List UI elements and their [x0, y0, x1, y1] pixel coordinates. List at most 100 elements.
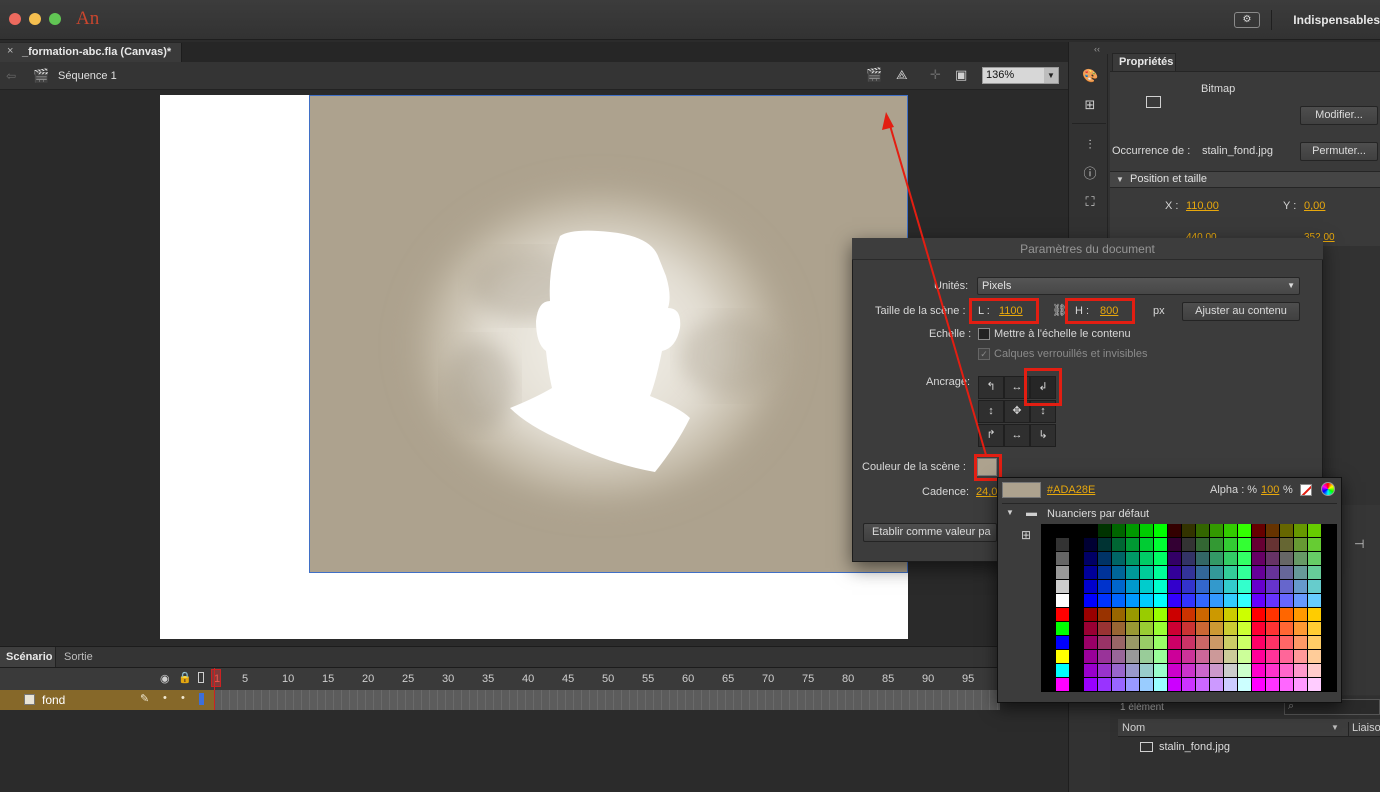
swatch-cell[interactable]	[1168, 622, 1182, 636]
swatch-cell[interactable]	[1280, 524, 1294, 538]
swatch-cell[interactable]	[1280, 608, 1294, 622]
swatch-cell[interactable]	[1056, 552, 1070, 566]
swatch-cell[interactable]	[1224, 636, 1238, 650]
swatch-cell[interactable]	[1280, 636, 1294, 650]
swatch-cell[interactable]	[1280, 538, 1294, 552]
swatch-cell[interactable]	[1280, 580, 1294, 594]
swatch-cell[interactable]	[1266, 580, 1280, 594]
swatch-cell[interactable]	[1042, 594, 1056, 608]
minimize-window-button[interactable]	[29, 13, 41, 25]
swatch-cell[interactable]	[1210, 664, 1224, 678]
color-wheel-icon[interactable]	[1321, 482, 1335, 496]
swatch-cell[interactable]	[1196, 664, 1210, 678]
swatch-cell[interactable]	[1210, 636, 1224, 650]
swatch-cell[interactable]	[1126, 622, 1140, 636]
swatch-cell[interactable]	[1112, 538, 1126, 552]
swatch-cell[interactable]	[1238, 678, 1252, 692]
swatch-cell[interactable]	[1210, 650, 1224, 664]
edit-symbols-icon[interactable]: ⟁	[896, 67, 908, 83]
swatch-cell[interactable]	[1294, 622, 1308, 636]
swatch-cell[interactable]	[1084, 594, 1098, 608]
position-size-section[interactable]: ▼ Position et taille	[1110, 171, 1380, 188]
modify-button[interactable]: Modifier...	[1300, 106, 1378, 125]
swatch-cell[interactable]	[1126, 566, 1140, 580]
swatch-cell[interactable]	[1154, 664, 1168, 678]
height-value[interactable]: 800	[1100, 305, 1118, 317]
swatch-cell[interactable]	[1252, 650, 1266, 664]
swatch-cell[interactable]	[1140, 650, 1154, 664]
alpha-value[interactable]: 100	[1261, 484, 1279, 496]
swatch-cell[interactable]	[1042, 552, 1056, 566]
swatch-cell[interactable]	[1224, 538, 1238, 552]
swatch-cell[interactable]	[1056, 636, 1070, 650]
swatch-cell[interactable]	[1224, 664, 1238, 678]
swatch-cell[interactable]	[1168, 664, 1182, 678]
swatch-cell[interactable]	[1238, 650, 1252, 664]
swatch-cell[interactable]	[1308, 552, 1322, 566]
outline-icon[interactable]	[198, 672, 204, 683]
swatch-cell[interactable]	[1196, 566, 1210, 580]
swatch-cell[interactable]	[1308, 650, 1322, 664]
framerate-value[interactable]: 24,0	[976, 486, 997, 498]
swatch-cell[interactable]	[1238, 594, 1252, 608]
stage-bitmap[interactable]	[309, 95, 908, 573]
swatch-cell[interactable]	[1098, 552, 1112, 566]
swatch-cell[interactable]	[1126, 524, 1140, 538]
swatch-cell[interactable]	[1294, 566, 1308, 580]
swatch-cell[interactable]	[1126, 664, 1140, 678]
no-color-icon[interactable]	[1300, 484, 1312, 496]
clip-content-icon[interactable]: ▣	[955, 67, 967, 83]
swatch-cell[interactable]	[1280, 678, 1294, 692]
chevron-down-icon[interactable]: ▼	[1006, 508, 1014, 517]
swatch-cell[interactable]	[1196, 622, 1210, 636]
workspace-switcher-icon[interactable]: ⚙	[1234, 12, 1260, 28]
scale-content-checkbox[interactable]	[978, 328, 990, 340]
anchor-cell[interactable]: ↳	[1030, 424, 1056, 447]
swatch-cell[interactable]	[1196, 608, 1210, 622]
swatch-cell[interactable]	[1238, 524, 1252, 538]
swatch-cell[interactable]	[1182, 580, 1196, 594]
pin-icon[interactable]: ⊣	[1354, 537, 1364, 551]
library-item[interactable]: stalin_fond.jpg	[1159, 741, 1230, 753]
swatch-cell[interactable]	[1140, 664, 1154, 678]
swatch-cell[interactable]	[1056, 664, 1070, 678]
swatch-cell[interactable]	[1252, 566, 1266, 580]
info-icon[interactable]: ⓘ	[1082, 166, 1098, 182]
fit-content-button[interactable]: Ajuster au contenu	[1182, 302, 1300, 321]
swatch-cell[interactable]	[1112, 566, 1126, 580]
center-stage-icon[interactable]: ✛	[930, 67, 941, 83]
swatch-cell[interactable]	[1238, 664, 1252, 678]
swatch-cell[interactable]	[1056, 622, 1070, 636]
set-default-button[interactable]: Etablir comme valeur pa	[863, 523, 997, 542]
edit-scene-icon[interactable]: 🎬	[866, 67, 882, 83]
swatch-cell[interactable]	[1154, 608, 1168, 622]
swatch-cell[interactable]	[1154, 650, 1168, 664]
swatch-cell[interactable]	[1238, 580, 1252, 594]
swatch-cell[interactable]	[1196, 678, 1210, 692]
swatch-cell[interactable]	[1126, 594, 1140, 608]
swatch-cell[interactable]	[1308, 664, 1322, 678]
swatch-cell[interactable]	[1154, 594, 1168, 608]
swatch-cell[interactable]	[1112, 608, 1126, 622]
swatch-cell[interactable]	[1252, 622, 1266, 636]
swatch-cell[interactable]	[1140, 580, 1154, 594]
swatch-cell[interactable]	[1098, 524, 1112, 538]
swatch-cell[interactable]	[1098, 650, 1112, 664]
swatch-cell[interactable]	[1112, 664, 1126, 678]
swatch-cell[interactable]	[1210, 538, 1224, 552]
zoom-window-button[interactable]	[49, 13, 61, 25]
swatch-cell[interactable]	[1112, 622, 1126, 636]
swatch-cell[interactable]	[1224, 552, 1238, 566]
swatch-cell[interactable]	[1196, 594, 1210, 608]
swatch-cell[interactable]	[1112, 524, 1126, 538]
swatch-cell[interactable]	[1084, 678, 1098, 692]
swatch-cell[interactable]	[1084, 524, 1098, 538]
swatch-cell[interactable]	[1056, 650, 1070, 664]
swatch-cell[interactable]	[1168, 608, 1182, 622]
swatch-cell[interactable]	[1154, 524, 1168, 538]
swatch-cell[interactable]	[1252, 664, 1266, 678]
swatch-cell[interactable]	[1238, 538, 1252, 552]
swatch-cell[interactable]	[1196, 524, 1210, 538]
swatch-cell[interactable]	[1266, 594, 1280, 608]
swatch-cell[interactable]	[1224, 650, 1238, 664]
